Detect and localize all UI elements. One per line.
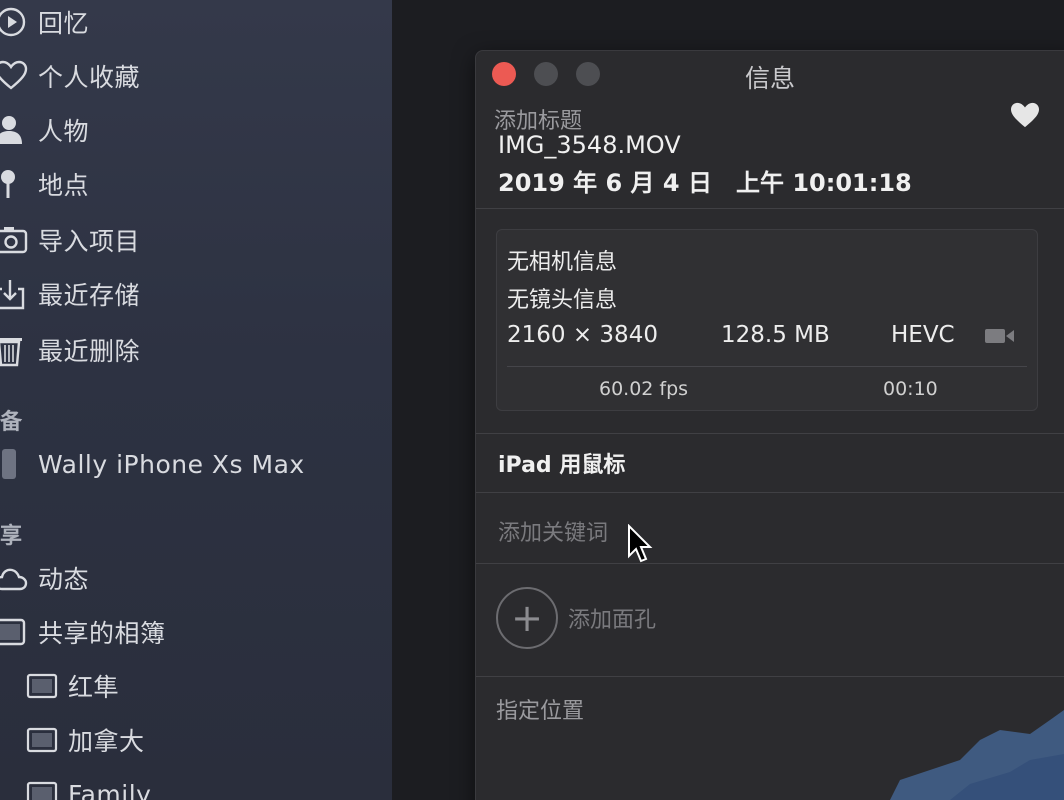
divider [476, 676, 1064, 677]
video-camera-icon [985, 327, 1015, 349]
sidebar: 回忆 个人收藏 人物 地点 导入项目 最近存储 最近删除 备 Wally iPh… [0, 0, 393, 800]
lens-info: 无镜头信息 [507, 288, 618, 313]
sidebar-item-label: 共享的相簿 [38, 619, 166, 648]
add-face-button[interactable]: + [496, 587, 558, 649]
window-title: 信息 [744, 64, 795, 93]
capture-time: 上午 10:01:18 [735, 169, 912, 197]
pin-icon [0, 168, 32, 200]
sidebar-item-label: 回忆 [38, 9, 90, 38]
sidebar-item-label: 最近存储 [38, 281, 141, 310]
sidebar-item-memories[interactable]: 回忆 [0, 2, 89, 42]
sidebar-album-item[interactable]: 加拿大 [26, 720, 145, 760]
album-icon [24, 670, 62, 702]
sidebar-album-item[interactable]: 红隼 [26, 666, 120, 706]
sidebar-item-shared-albums[interactable]: 共享的相簿 [0, 612, 166, 652]
sidebar-item-label: 导入项目 [38, 227, 141, 256]
duration: 00:10 [883, 378, 938, 400]
album-icon [24, 724, 62, 756]
sidebar-item-label: 最近删除 [38, 337, 141, 366]
sidebar-item-label: 动态 [38, 565, 90, 594]
photos-app: 回忆 个人收藏 人物 地点 导入项目 最近存储 最近删除 备 Wally iPh… [0, 0, 1064, 800]
add-faces-label[interactable]: 添加面孔 [568, 602, 656, 634]
sidebar-item-people[interactable]: 人物 [0, 110, 89, 150]
caption-field[interactable]: iPad 用鼠标 [498, 447, 625, 479]
assign-location[interactable]: 指定位置 [496, 693, 584, 725]
section-header-devices: 备 [0, 410, 23, 435]
divider [476, 563, 1064, 564]
memories-icon [0, 6, 32, 38]
sidebar-item-label: Wally iPhone Xs Max [38, 449, 305, 479]
capture-datetime: 2019 年 6 月 4 日上午 10:01:18 [498, 163, 912, 198]
person-icon [0, 114, 32, 146]
cloud-icon [0, 562, 32, 594]
sidebar-item-imports[interactable]: 导入项目 [0, 220, 140, 260]
divider [476, 433, 1064, 434]
phone-icon [0, 448, 32, 480]
capture-date: 2019 年 6 月 4 日 [498, 169, 712, 197]
metadata-box: 无相机信息 无镜头信息 2160 × 3840 128.5 MB HEVC 60… [496, 229, 1038, 411]
divider [476, 492, 1064, 493]
sidebar-item-label: 红隼 [68, 673, 120, 702]
camera-info: 无相机信息 [507, 250, 618, 275]
frame-rate: 60.02 fps [599, 378, 689, 400]
favorite-heart-icon[interactable] [1009, 101, 1041, 133]
sidebar-item-device[interactable]: Wally iPhone Xs Max [0, 444, 305, 484]
codec: HEVC [891, 322, 955, 348]
info-panel: 信息 添加标题 IMG_3548.MOV 2019 年 6 月 4 日上午 10… [475, 50, 1064, 800]
sidebar-item-label: 加拿大 [68, 727, 145, 756]
sidebar-item-activity[interactable]: 动态 [0, 558, 89, 598]
sidebar-item-recently-saved[interactable]: 最近存储 [0, 274, 140, 314]
sidebar-item-label: 个人收藏 [38, 63, 141, 92]
divider [476, 208, 1064, 209]
trash-icon [0, 334, 32, 367]
sidebar-item-favorites[interactable]: 个人收藏 [0, 56, 140, 96]
sidebar-album-item[interactable]: Family [26, 774, 152, 800]
divider [507, 366, 1027, 367]
filename: IMG_3548.MOV [498, 131, 681, 159]
sidebar-item-label: 地点 [38, 171, 90, 200]
heart-icon [0, 60, 32, 92]
camera-icon [0, 224, 32, 256]
mouse-cursor-icon [627, 523, 653, 568]
album-icon [24, 778, 62, 800]
section-header-shared: 享 [0, 524, 23, 549]
shared-albums-icon [0, 616, 32, 648]
location-map[interactable] [890, 700, 1064, 800]
sidebar-item-label: 人物 [38, 117, 90, 146]
keywords-input[interactable]: 添加关键词 [498, 515, 608, 547]
sidebar-item-places[interactable]: 地点 [0, 164, 89, 204]
sidebar-item-label: Family [68, 779, 152, 800]
sidebar-item-recently-deleted[interactable]: 最近删除 [0, 330, 140, 370]
plus-icon: + [511, 596, 543, 640]
dimensions: 2160 × 3840 [507, 322, 658, 348]
download-icon [0, 278, 32, 310]
file-size: 128.5 MB [721, 322, 830, 348]
